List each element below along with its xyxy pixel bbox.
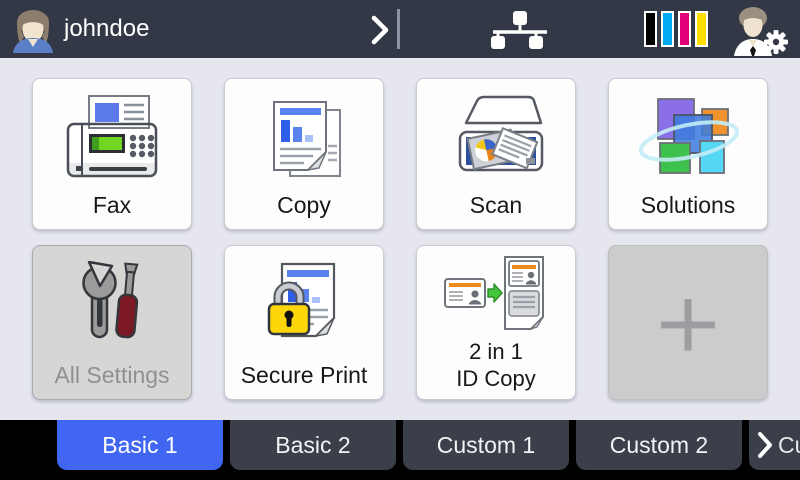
printer-touchscreen: johndoe Fax Copy Scan Solutions All Sett… [0, 0, 800, 480]
tile-solutions[interactable]: Solutions [608, 78, 768, 230]
copy-icon [225, 79, 383, 192]
tile-label-line1: 2 in 1 [469, 339, 523, 364]
network-status-icon[interactable] [488, 11, 552, 54]
tile-label-line2: ID Copy [456, 366, 536, 391]
top-status-bar: johndoe [0, 0, 800, 58]
home-screen-tile-grid: Fax Copy Scan Solutions All Settings Sec… [0, 58, 800, 420]
tabs-scroll-right-button[interactable]: Custom 3 [749, 420, 800, 470]
solutions-icon [609, 79, 767, 192]
tab-label: Basic 1 [102, 431, 178, 458]
scan-icon [417, 79, 575, 192]
all-settings-icon [33, 246, 191, 362]
fax-icon [33, 79, 191, 192]
tab-label: Custom 1 [436, 431, 536, 458]
toner-magenta-bar [678, 11, 691, 47]
tile-label: Fax [92, 192, 132, 218]
tab-label: Custom 2 [609, 431, 709, 458]
tile-add-shortcut[interactable]: + [608, 245, 768, 400]
tile-secure-print[interactable]: Secure Print [224, 245, 384, 400]
tab-basic-2[interactable]: Basic 2 [230, 420, 396, 470]
user-avatar-icon[interactable] [10, 7, 56, 53]
toner-levels-indicator[interactable] [644, 11, 708, 47]
tile-label: 2 in 1 ID Copy [456, 338, 535, 399]
id-copy-icon [417, 246, 575, 338]
tile-scan[interactable]: Scan [416, 78, 576, 230]
tile-2in1-id-copy[interactable]: 2 in 1 ID Copy [416, 245, 576, 400]
toner-black-bar [644, 11, 657, 47]
secure-print-icon [225, 246, 383, 362]
tab-basic-1[interactable]: Basic 1 [57, 420, 223, 470]
logged-in-username[interactable]: johndoe [64, 0, 149, 58]
tile-label: Solutions [640, 192, 736, 218]
tile-all-settings[interactable]: All Settings [32, 245, 192, 400]
toner-yellow-bar [695, 11, 708, 47]
tile-label: Copy [277, 192, 331, 218]
partial-tab-label: Custom 3 [778, 431, 800, 458]
chevron-right-icon [758, 432, 772, 458]
tab-label: Basic 2 [275, 431, 351, 458]
toner-cyan-bar [661, 11, 674, 47]
tab-custom-1[interactable]: Custom 1 [403, 420, 569, 470]
user-panel-expand-icon[interactable] [370, 15, 390, 50]
tile-label: All Settings [54, 362, 170, 388]
tab-custom-2[interactable]: Custom 2 [576, 420, 742, 470]
plus-icon: + [651, 275, 725, 370]
header-separator [397, 9, 400, 49]
home-tab-bar: Basic 1 Basic 2 Custom 1 Custom 2 Custom… [0, 420, 800, 480]
tile-label: Scan [469, 192, 523, 218]
tile-copy[interactable]: Copy [224, 78, 384, 230]
tile-label: Secure Print [240, 362, 368, 388]
tile-fax[interactable]: Fax [32, 78, 192, 230]
admin-settings-icon[interactable] [726, 6, 790, 61]
